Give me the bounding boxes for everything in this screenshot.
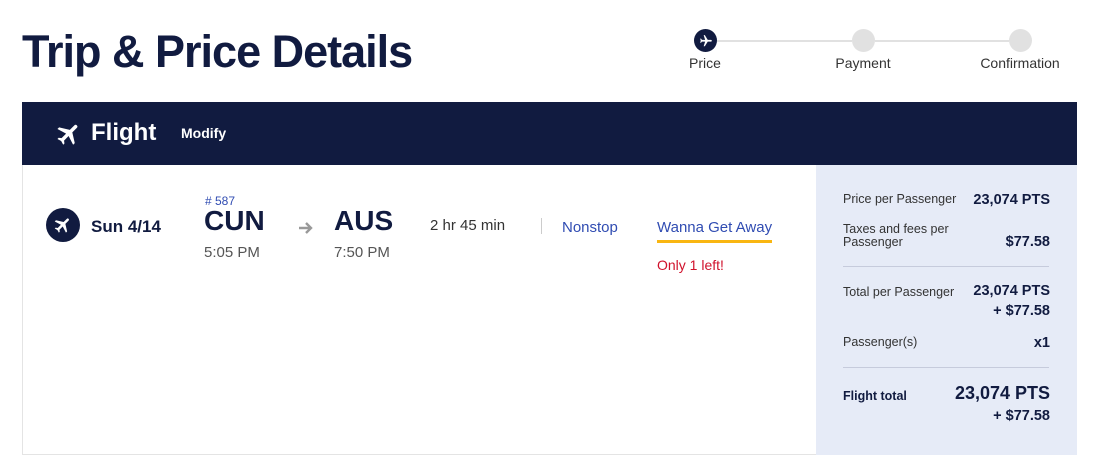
total-per-passenger-pts: 23,074 PTS (973, 283, 1050, 299)
flight-details-card: Sun 4/14 # 587 CUN 5:05 PM AUS 7:50 PM 2… (22, 165, 1077, 455)
taxes-value: $77.58 (1005, 234, 1050, 250)
divider (541, 218, 542, 234)
price-per-passenger-label: Price per Passenger (843, 192, 957, 206)
airplane-icon (54, 218, 69, 233)
flight-total-pts: 23,074 PTS (954, 383, 1050, 403)
step-label-payment: Payment (835, 55, 891, 71)
flight-total-usd: + $77.58 (993, 408, 1050, 424)
fare-type-link[interactable]: Wanna Get Away (657, 219, 773, 243)
nonstop-link[interactable]: Nonstop (562, 219, 618, 236)
flight-duration: 2 hr 45 min (430, 217, 506, 234)
flight-date: Sun 4/14 (91, 217, 161, 236)
arrival-time: 7:50 PM (334, 244, 390, 261)
step-connector (875, 40, 1009, 42)
airplane-icon (55, 120, 83, 153)
step-payment-dot (852, 29, 875, 52)
modify-link[interactable]: Modify (181, 125, 226, 141)
step-connector (717, 40, 852, 42)
flight-total-label: Flight total (843, 389, 907, 403)
price-summary-panel: Price per Passenger 23,074 PTS Taxes and… (816, 165, 1077, 455)
departure-time: 5:05 PM (204, 244, 260, 261)
total-per-passenger-label: Total per Passenger (843, 285, 955, 299)
step-confirmation-dot (1009, 29, 1032, 52)
separator (843, 367, 1049, 368)
arrow-right-icon (298, 221, 314, 240)
total-per-passenger-usd: + $77.58 (993, 303, 1050, 319)
progress-stepper: Price Payment Confirmation (683, 28, 1073, 78)
flight-section-header: Flight Modify (22, 102, 1077, 165)
seats-left-notice: Only 1 left! (657, 257, 724, 273)
flight-date-icon (46, 208, 80, 242)
passengers-value: x1 (1033, 335, 1050, 351)
destination-code: AUS (334, 205, 394, 236)
airplane-icon (699, 34, 712, 46)
origin-code: CUN (204, 205, 265, 236)
separator (843, 266, 1049, 267)
taxes-label: Taxes and fees per Passenger (843, 222, 949, 249)
flight-section-title: Flight (91, 119, 157, 146)
price-per-passenger-value: 23,074 PTS (973, 192, 1050, 208)
step-label-price: Price (689, 55, 721, 71)
passengers-label: Passenger(s) (843, 335, 918, 349)
page-title: Trip & Price Details (22, 26, 413, 77)
step-label-confirmation: Confirmation (980, 55, 1060, 71)
step-price-dot (694, 29, 717, 52)
